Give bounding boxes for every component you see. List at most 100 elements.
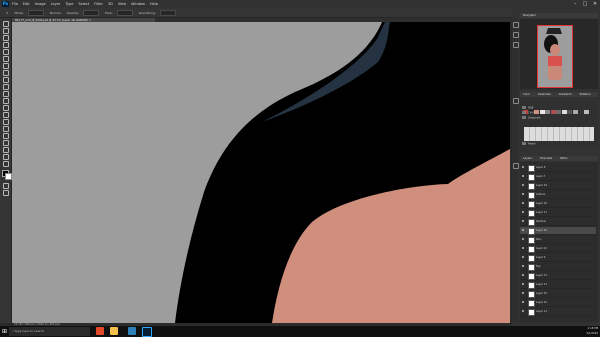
menu-filter[interactable]: Filter [94, 2, 103, 6]
pen-tool-icon[interactable] [2, 126, 9, 132]
menu-window[interactable]: Window [131, 2, 145, 6]
blur-tool-icon[interactable] [2, 112, 9, 118]
eyedropper-tool-icon[interactable] [2, 63, 9, 69]
layer-row[interactable]: Layer 18 [520, 200, 596, 208]
tab-swatches[interactable]: Swatches [538, 92, 551, 96]
history-brush-tool-icon[interactable] [2, 91, 9, 97]
eye-icon[interactable] [522, 184, 524, 186]
navigator-thumbnail[interactable] [537, 25, 573, 88]
maximize-button[interactable]: □ [580, 0, 590, 8]
eye-icon[interactable] [522, 193, 524, 195]
opacity-field[interactable] [82, 9, 99, 16]
photoshop-icon[interactable] [142, 327, 152, 337]
mode-value[interactable]: Normal [50, 11, 61, 15]
menu-edit[interactable]: Edit [23, 2, 30, 6]
menu-type[interactable]: Type [65, 2, 73, 6]
color-swatch-fg-bg[interactable] [2, 170, 12, 180]
eye-icon[interactable] [522, 238, 524, 240]
adjustments-icon[interactable] [513, 42, 519, 48]
brush-tool-icon[interactable] [2, 77, 9, 83]
eye-icon[interactable] [522, 211, 524, 213]
file-explorer-icon[interactable] [110, 327, 118, 335]
move-tool-icon[interactable] [2, 21, 9, 27]
frame-tool-icon[interactable] [2, 56, 9, 62]
marquee-tool-icon[interactable] [2, 28, 9, 34]
hand-tool-icon[interactable] [2, 154, 9, 160]
zoom-tool-icon[interactable] [2, 161, 9, 167]
tab-layers[interactable]: Layers [523, 156, 532, 160]
minimize-button[interactable]: – [570, 0, 580, 8]
eye-icon[interactable] [522, 274, 524, 276]
background-color[interactable] [5, 173, 12, 180]
swatch-folder-pastel[interactable]: Pastel [522, 142, 590, 146]
clone-stamp-tool-icon[interactable] [2, 84, 9, 90]
menu-3d[interactable]: 3D [108, 2, 113, 6]
eye-icon[interactable] [522, 247, 524, 249]
mode-select[interactable] [27, 9, 44, 16]
layer-row[interactable]: Eye [520, 263, 596, 271]
windows-icon[interactable]: ⊞ [1, 327, 8, 336]
close-button[interactable]: ✕ [590, 0, 600, 8]
brush-settings-icon[interactable] [513, 98, 519, 104]
layer-row[interactable]: Layer 11 [520, 308, 596, 316]
menu-file[interactable]: File [12, 2, 18, 6]
eye-icon[interactable] [522, 256, 524, 258]
swatch-grid[interactable] [524, 127, 594, 141]
document-canvas[interactable] [12, 22, 510, 323]
eraser-tool-icon[interactable] [2, 98, 9, 104]
flow-field[interactable] [116, 9, 133, 16]
swatch-folder-grayscale[interactable]: Grayscale [522, 116, 590, 120]
quick-select-tool-icon[interactable] [2, 42, 9, 48]
lasso-tool-icon[interactable] [2, 35, 9, 41]
swatch-folder-rgb[interactable]: RGB [522, 106, 590, 110]
layer-row[interactable]: Skin [520, 236, 596, 244]
layer-row[interactable]: Layer 13 [520, 272, 596, 280]
menu-image[interactable]: Image [35, 2, 46, 6]
menu-view[interactable]: View [118, 2, 126, 6]
tab-gradients[interactable]: Gradients [559, 92, 572, 96]
tab-channels[interactable]: Channels [540, 156, 552, 160]
eye-icon[interactable] [522, 301, 524, 303]
layer-row[interactable]: Layer 19 [520, 182, 596, 190]
gradient-tool-icon[interactable] [2, 105, 9, 111]
brush-tool-icon[interactable]: ✎ [6, 11, 9, 15]
eye-icon[interactable] [522, 292, 524, 294]
menu-help[interactable]: Help [150, 2, 158, 6]
layer-row[interactable]: Layer 10 [520, 299, 596, 307]
eye-icon[interactable] [522, 175, 524, 177]
system-tray[interactable]: 2:18 PM 4/1/2022 [586, 327, 598, 336]
eye-icon[interactable] [522, 283, 524, 285]
menu-select[interactable]: Select [78, 2, 89, 6]
layer-row[interactable]: Shadow [520, 218, 596, 226]
eye-icon[interactable] [522, 166, 524, 168]
screen-mode-icon[interactable] [2, 190, 9, 196]
path-select-tool-icon[interactable] [2, 140, 9, 146]
smoothing-field[interactable] [159, 9, 176, 16]
layer-row[interactable]: Layer 8 [520, 164, 596, 172]
app-icon-blue[interactable] [128, 327, 136, 335]
swatch-folder-cmyk[interactable]: CMYK [522, 111, 590, 115]
eye-icon[interactable] [522, 229, 524, 231]
layer-row[interactable]: Layer 17 [520, 209, 596, 217]
eye-icon[interactable] [522, 265, 524, 267]
layer-row[interactable]: Layer 14 [520, 281, 596, 289]
dodge-tool-icon[interactable] [2, 119, 9, 125]
libraries-icon[interactable] [513, 163, 519, 169]
taskbar-search-input[interactable]: ⌕ Type here to search [9, 327, 90, 336]
history-icon[interactable] [513, 22, 519, 28]
photoshop-logo-icon[interactable]: Ps [2, 1, 9, 7]
app-icon-red[interactable] [96, 327, 104, 335]
tab-patterns[interactable]: Patterns [580, 92, 591, 96]
eye-icon[interactable] [522, 220, 524, 222]
properties-icon[interactable] [513, 32, 519, 38]
layer-row[interactable]: Layer 12 [520, 245, 596, 253]
layer-row[interactable]: Layer 15 [520, 290, 596, 298]
tab-color[interactable]: Color [523, 92, 530, 96]
healing-tool-icon[interactable] [2, 70, 9, 76]
tab-navigator[interactable]: Navigator [523, 13, 536, 17]
layer-row[interactable]: Layer 9 [520, 254, 596, 262]
eye-icon[interactable] [522, 310, 524, 312]
menu-layer[interactable]: Layer [51, 2, 61, 6]
quick-mask-icon[interactable] [2, 183, 9, 189]
type-tool-icon[interactable] [2, 133, 9, 139]
